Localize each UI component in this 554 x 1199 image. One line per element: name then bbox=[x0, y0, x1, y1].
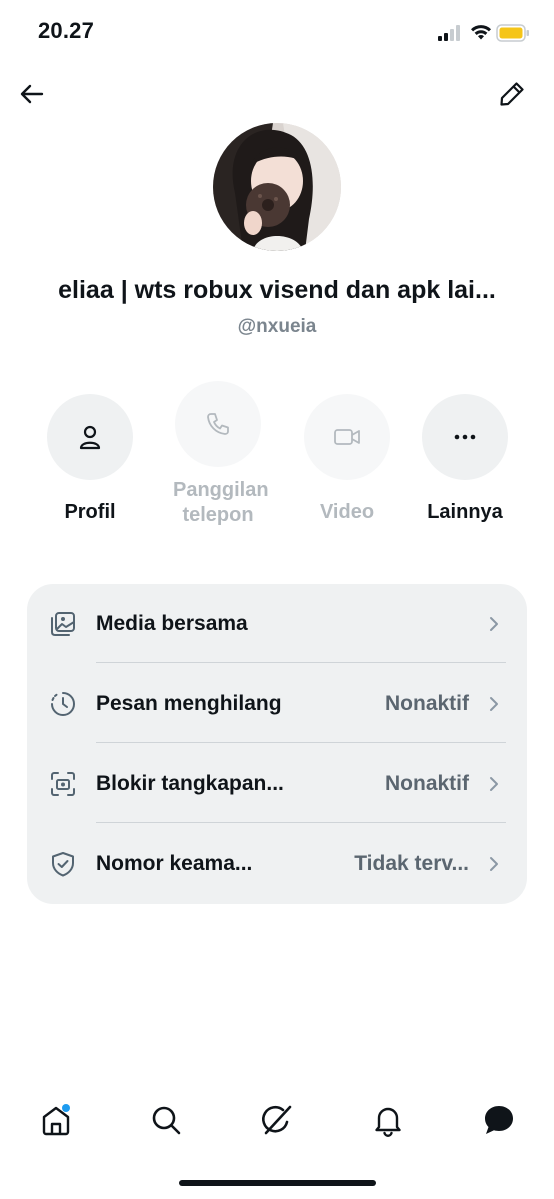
divider bbox=[96, 822, 506, 823]
conversation-settings-card: Media bersama Pesan menghilang Nonaktif … bbox=[27, 584, 527, 904]
screenshot-block-value: Nonaktif bbox=[385, 772, 469, 795]
video-icon bbox=[334, 429, 360, 445]
more-action[interactable]: Lainnya bbox=[420, 394, 510, 525]
chevron-right-icon bbox=[490, 857, 498, 871]
nav-grok[interactable] bbox=[257, 1100, 297, 1140]
more-action-label: Lainnya bbox=[427, 501, 503, 523]
nav-notifications[interactable] bbox=[368, 1100, 408, 1140]
bell-icon bbox=[375, 1107, 401, 1137]
disappearing-messages-row[interactable]: Pesan menghilang Nonaktif bbox=[27, 664, 527, 744]
profile-handle: @nxueia bbox=[237, 316, 317, 337]
person-icon bbox=[79, 425, 101, 450]
call-action-label: Panggilan telepon bbox=[173, 479, 269, 526]
video-action-circle bbox=[304, 394, 390, 480]
notification-dot bbox=[62, 1104, 70, 1112]
search-icon bbox=[152, 1106, 181, 1135]
home-indicator bbox=[179, 1180, 376, 1186]
nav-home[interactable] bbox=[36, 1100, 76, 1140]
profile-avatar[interactable] bbox=[213, 123, 341, 251]
grok-icon bbox=[262, 1105, 292, 1135]
chevron-right-icon bbox=[490, 777, 498, 791]
phone-icon bbox=[207, 413, 229, 435]
disappearing-messages-value: Nonaktif bbox=[385, 692, 469, 715]
security-number-row[interactable]: Nomor keama... Tidak terv... bbox=[27, 824, 527, 904]
screenshot-block-label: Blokir tangkapan... bbox=[96, 772, 284, 795]
media-icon bbox=[51, 612, 75, 636]
wifi-icon bbox=[471, 25, 491, 40]
call-action-circle bbox=[175, 381, 261, 467]
profile-action-label: Profil bbox=[64, 501, 116, 523]
shield-icon bbox=[52, 852, 74, 877]
video-action: Video bbox=[302, 394, 392, 525]
edit-button[interactable] bbox=[496, 78, 528, 110]
security-number-label: Nomor keama... bbox=[96, 852, 253, 875]
screenshot-icon bbox=[51, 772, 75, 796]
back-button[interactable] bbox=[16, 78, 48, 110]
battery-icon bbox=[496, 24, 529, 42]
nav-messages[interactable] bbox=[479, 1100, 519, 1140]
more-icon bbox=[454, 434, 476, 440]
call-action: Panggilan telepon bbox=[173, 381, 269, 528]
video-action-label: Video bbox=[319, 501, 375, 523]
divider bbox=[96, 742, 506, 743]
security-number-value: Tidak terv... bbox=[354, 852, 469, 875]
avatar-photo bbox=[213, 123, 341, 251]
timer-icon bbox=[49, 690, 75, 716]
status-time: 20.27 bbox=[38, 18, 95, 43]
chat-icon bbox=[485, 1106, 513, 1134]
profile-action-circle[interactable] bbox=[47, 394, 133, 480]
nav-search[interactable] bbox=[146, 1100, 186, 1140]
shared-media-row[interactable]: Media bersama bbox=[27, 584, 527, 664]
profile-action[interactable]: Profil bbox=[45, 394, 135, 525]
shared-media-label: Media bersama bbox=[96, 612, 248, 635]
profile-display-name: eliaa | wts robux visend dan apk lai... bbox=[58, 276, 496, 304]
divider bbox=[96, 662, 506, 663]
chevron-right-icon bbox=[490, 617, 498, 631]
chevron-right-icon bbox=[490, 697, 498, 711]
disappearing-messages-label: Pesan menghilang bbox=[96, 692, 282, 715]
more-action-circle[interactable] bbox=[422, 394, 508, 480]
signal-icon bbox=[438, 25, 460, 41]
home-icon bbox=[42, 1104, 70, 1136]
screenshot-block-row[interactable]: Blokir tangkapan... Nonaktif bbox=[27, 744, 527, 824]
